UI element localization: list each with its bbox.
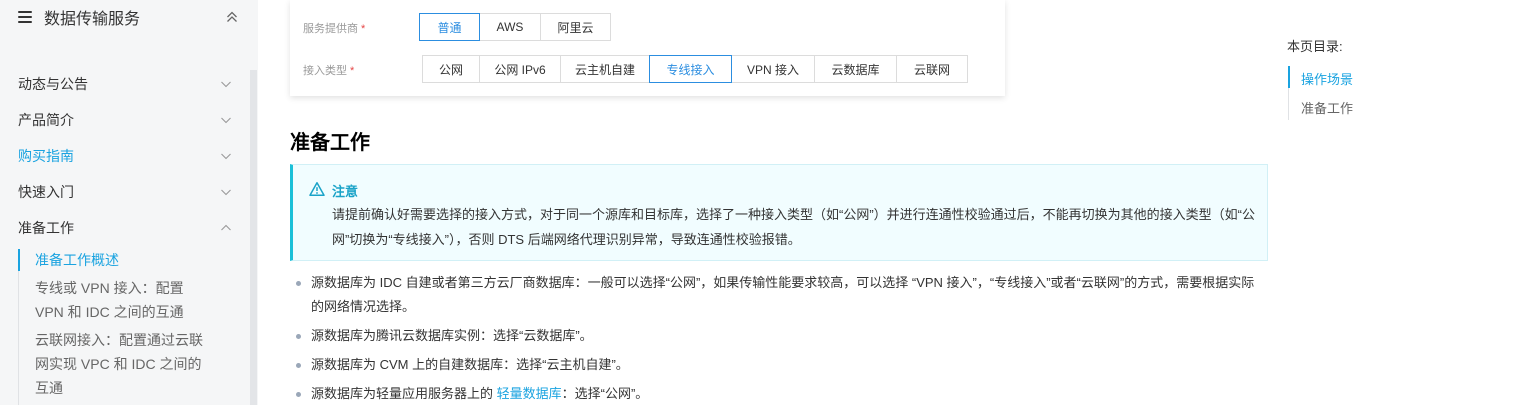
access-type-option-4[interactable]: 专线接入 bbox=[649, 55, 732, 83]
sidebar-item-label: 快速入门 bbox=[18, 184, 74, 200]
sidebar-subitem-preparation-overview[interactable]: 准备工作概述 bbox=[35, 248, 205, 272]
sidebar-subitem-vpn-idc[interactable]: 专线或 VPN 接入：配置 VPN 和 IDC 之间的互通 bbox=[35, 276, 205, 324]
sub-nav-divider bbox=[18, 271, 19, 405]
list-item-text: 源数据库为轻量应用服务器上的 bbox=[311, 386, 497, 401]
sidebar-item-label: 购买指南 bbox=[18, 148, 74, 164]
provider-segmented-control: 普通 AWS 阿里云 bbox=[419, 13, 611, 41]
access-type-segmented-control: 公网 公网 IPv6 云主机自建 专线接入 VPN 接入 云数据库 云联网 bbox=[422, 55, 968, 83]
access-selector-card: 服务提供商 * 普通 AWS 阿里云 接入类型 * 公网 公网 IPv6 云主机自建 专线接入… bbox=[290, 0, 1005, 96]
sidebar-item-purchase-guide[interactable]: 购买指南 bbox=[18, 146, 232, 166]
sidebar-title: 数据传输服务 bbox=[44, 11, 141, 28]
required-mark: * bbox=[350, 65, 355, 77]
access-type-option-3[interactable]: 云主机自建 bbox=[560, 55, 650, 83]
chevron-down-icon bbox=[221, 81, 231, 88]
provider-option-1[interactable]: 普通 bbox=[419, 13, 480, 41]
toc-item-preparation[interactable]: 准备工作 bbox=[1301, 98, 1353, 117]
warning-icon bbox=[309, 182, 325, 196]
list-item: 源数据库为 IDC 自建或者第三方云厂商数据库：一般可以选择“公网”，如果传输性… bbox=[296, 271, 1261, 319]
notice-title: 注意 bbox=[332, 184, 359, 199]
sidebar-item-label: 产品简介 bbox=[18, 112, 74, 128]
chevron-down-icon bbox=[221, 153, 231, 160]
toc-item-scenario[interactable]: 操作场景 bbox=[1301, 69, 1353, 88]
required-mark: * bbox=[361, 23, 366, 35]
access-type-option-2[interactable]: 公网 IPv6 bbox=[479, 55, 561, 83]
bullet-list: 源数据库为 IDC 自建或者第三方云厂商数据库：一般可以选择“公网”，如果传输性… bbox=[296, 271, 1261, 405]
sidebar-item-intro[interactable]: 产品简介 bbox=[18, 110, 232, 130]
provider-label: 服务提供商 * bbox=[303, 23, 366, 35]
list-item: 源数据库为腾讯云数据库实例：选择“云数据库”。 bbox=[296, 324, 1261, 348]
provider-option-3[interactable]: 阿里云 bbox=[540, 13, 611, 41]
sidebar-item-label: 动态与公告 bbox=[18, 76, 88, 92]
provider-option-2[interactable]: AWS bbox=[479, 13, 541, 41]
active-indicator bbox=[18, 249, 20, 271]
toc-title: 本页目录: bbox=[1287, 39, 1343, 54]
chevron-down-icon bbox=[221, 189, 231, 196]
list-item: 源数据库为轻量应用服务器上的 轻量数据库：选择“公网”。 bbox=[296, 382, 1261, 405]
chevron-up-icon bbox=[221, 224, 231, 231]
sidebar: 数据传输服务 动态与公告 产品简介 购买指南 快速入门 准备工作 准备工作概述 … bbox=[0, 0, 258, 405]
access-type-option-5[interactable]: VPN 接入 bbox=[731, 55, 815, 83]
toc-active-indicator bbox=[1288, 66, 1290, 88]
sidebar-item-preparation[interactable]: 准备工作 bbox=[18, 218, 232, 238]
menu-icon[interactable] bbox=[18, 11, 32, 23]
access-type-option-7[interactable]: 云联网 bbox=[896, 55, 968, 83]
list-item-text: ：选择“公网”。 bbox=[561, 386, 649, 401]
notice-box: 注意 请提前确认好需要选择的接入方式，对于同一个源库和目标库，选择了一种接入类型… bbox=[290, 164, 1268, 261]
access-type-option-6[interactable]: 云数据库 bbox=[814, 55, 897, 83]
access-type-label: 接入类型 * bbox=[303, 65, 355, 77]
section-title: 准备工作 bbox=[290, 132, 370, 154]
chevron-double-up-icon[interactable] bbox=[224, 9, 240, 25]
sidebar-item-quick-start[interactable]: 快速入门 bbox=[18, 182, 232, 202]
list-item: 源数据库为 CVM 上的自建数据库：选择“云主机自建”。 bbox=[296, 353, 1261, 377]
sidebar-subitem-ccn-idc[interactable]: 云联网接入：配置通过云联网实现 VPC 和 IDC 之间的互通 bbox=[35, 328, 205, 400]
lightweight-db-link[interactable]: 轻量数据库 bbox=[497, 386, 562, 401]
chevron-down-icon bbox=[221, 117, 231, 124]
notice-body: 请提前确认好需要选择的接入方式，对于同一个源库和目标库，选择了一种接入类型（如“… bbox=[332, 207, 1255, 247]
sidebar-header: 数据传输服务 bbox=[18, 6, 240, 28]
sidebar-item-news[interactable]: 动态与公告 bbox=[18, 74, 232, 94]
sidebar-scrollbar[interactable] bbox=[250, 70, 257, 405]
access-type-option-1[interactable]: 公网 bbox=[422, 55, 480, 83]
sidebar-item-label: 准备工作 bbox=[18, 220, 74, 236]
